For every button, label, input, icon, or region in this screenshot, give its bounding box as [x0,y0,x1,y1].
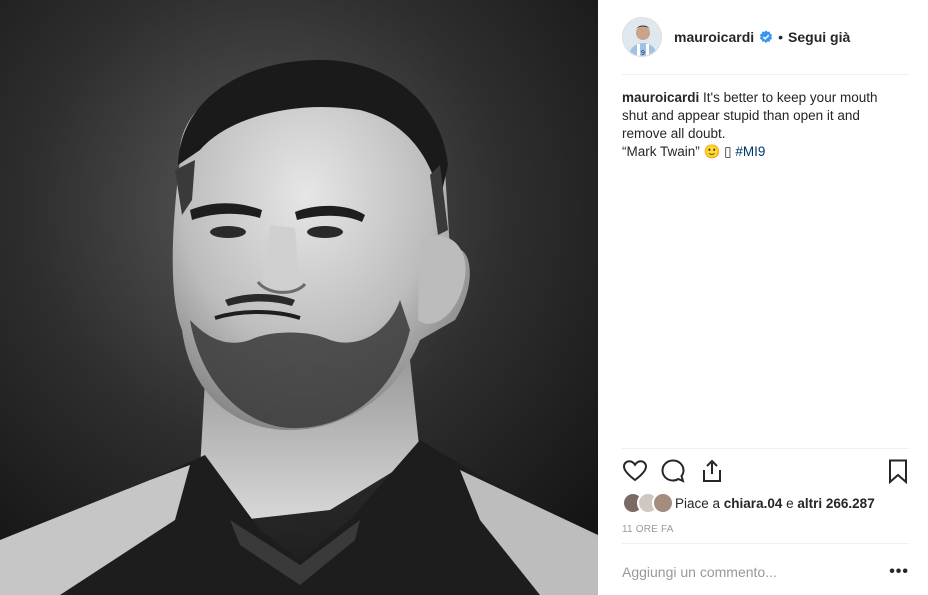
comment-input[interactable] [622,564,887,580]
portrait-image [0,0,598,595]
heart-icon[interactable] [622,458,648,484]
post-caption: mauroicardi It's better to keep your mou… [622,89,904,161]
post-header: 9 mauroicardi • Segui già [622,16,909,58]
header-divider [622,74,909,75]
liker-avatars [622,492,674,514]
actions-divider [622,448,909,449]
comment-icon[interactable] [660,458,686,484]
liker-avatar [652,492,674,514]
comment-bar: ••• [622,557,909,587]
hashtag-link[interactable]: #MI9 [735,144,765,159]
post-actions [622,458,909,486]
caption-username[interactable]: mauroicardi [622,90,699,105]
smile-emoji-icon: 🙂 [703,144,721,159]
svg-text:9: 9 [641,50,645,57]
more-options-icon[interactable]: ••• [887,563,909,581]
post-photo[interactable] [0,0,598,595]
unknown-glyph-icon: ▯ [724,144,732,159]
bookmark-icon[interactable] [885,458,911,485]
likes-prefix: Piace a [675,495,721,511]
verified-badge-icon [759,30,773,44]
liker-username[interactable]: chiara.04 [724,496,783,511]
post-timestamp[interactable]: 11 ORE FA [622,524,674,535]
likes-others[interactable]: altri 266.287 [797,496,874,511]
post-side-panel: 9 mauroicardi • Segui già mauroicardi It… [598,0,928,595]
comment-divider [622,543,909,544]
likes-middle: e [786,495,794,511]
avatar[interactable]: 9 [622,17,662,57]
follow-separator: • [778,29,784,45]
following-button[interactable]: Segui già [788,29,850,45]
likes-summary[interactable]: Piace a chiara.04 e altri 266.287 [622,492,875,514]
avatar-image: 9 [623,18,661,57]
share-icon[interactable] [699,458,725,484]
caption-quote: “Mark Twain” [622,144,700,159]
header-username[interactable]: mauroicardi [674,29,754,45]
